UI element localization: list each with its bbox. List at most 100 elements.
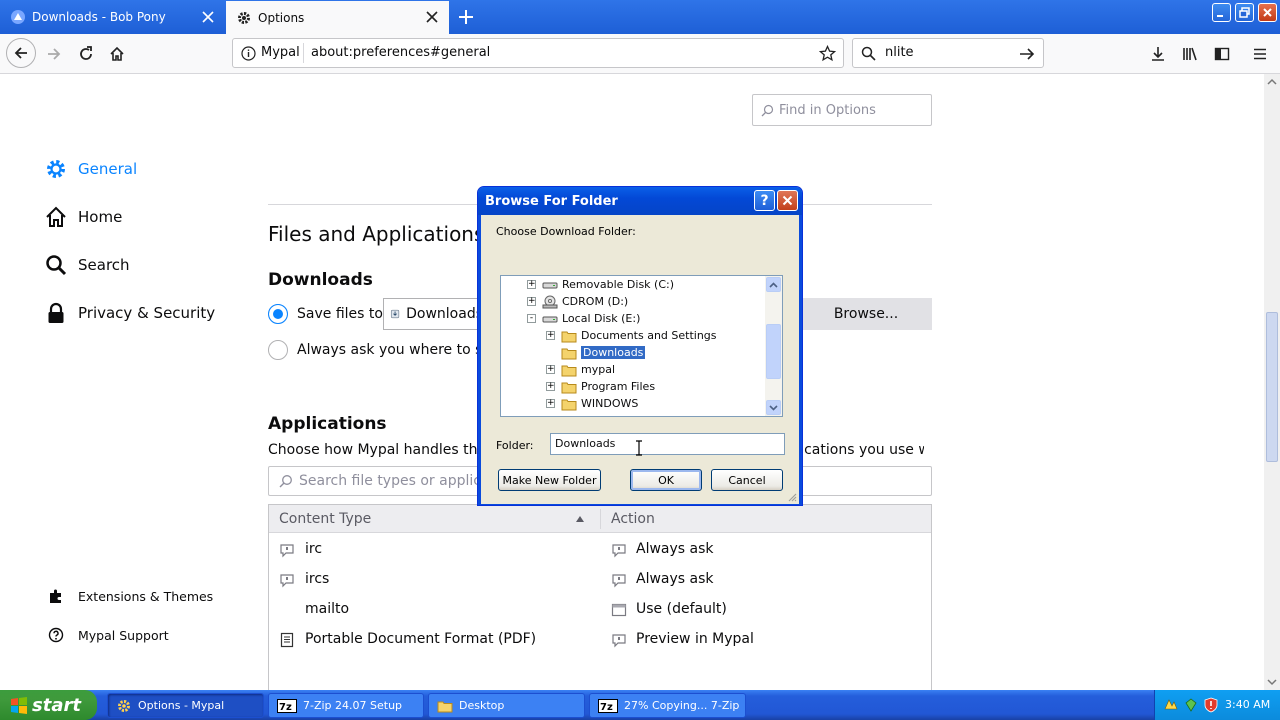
action-column-header[interactable]: Action bbox=[611, 511, 655, 527]
support-link[interactable]: Mypal Support bbox=[48, 627, 169, 643]
table-row[interactable]: irc Always ask bbox=[269, 535, 931, 565]
home-button[interactable] bbox=[103, 40, 131, 68]
tree-node-label: WINDOWS bbox=[581, 397, 639, 410]
table-row[interactable]: Portable Document Format (PDF) Preview i… bbox=[269, 625, 931, 655]
search-input-value[interactable]: nlite bbox=[885, 45, 914, 60]
ok-button[interactable]: OK bbox=[630, 469, 702, 491]
table-row[interactable]: mailto Use (default) bbox=[269, 595, 931, 625]
action-cell: Always ask bbox=[636, 541, 714, 557]
bookmark-star-icon[interactable] bbox=[819, 45, 836, 62]
folder-tree-list: + Removable Disk (C:) + CDROM (D:) - Loc… bbox=[501, 276, 763, 416]
go-arrow-icon[interactable] bbox=[1019, 46, 1035, 62]
url-bar[interactable]: Mypal about:preferences#general bbox=[232, 38, 844, 68]
tree-scroll-up-button[interactable] bbox=[766, 277, 781, 292]
expand-plus-icon[interactable]: + bbox=[546, 399, 555, 408]
category-home[interactable]: Home bbox=[44, 202, 122, 232]
tree-node-program-files[interactable]: + Program Files bbox=[546, 378, 655, 395]
tab-options[interactable]: Options bbox=[226, 1, 449, 34]
table-row[interactable]: ircs Always ask bbox=[269, 565, 931, 595]
scroll-up-arrow-icon[interactable] bbox=[1266, 76, 1278, 88]
expand-plus-icon[interactable]: + bbox=[546, 365, 555, 374]
url-text[interactable]: about:preferences#general bbox=[311, 45, 490, 60]
tree-node-downloads[interactable]: Downloads bbox=[546, 344, 647, 361]
dialog-close-button[interactable] bbox=[777, 190, 798, 211]
applications-table: Content Type Action irc Always ask ircs … bbox=[268, 504, 932, 694]
dialog-help-button[interactable]: ? bbox=[754, 190, 775, 211]
tab-downloads[interactable]: Downloads - Bob Pony bbox=[0, 1, 225, 33]
cancel-button[interactable]: Cancel bbox=[711, 469, 783, 491]
reload-button[interactable] bbox=[72, 40, 100, 68]
chevron-down-icon bbox=[769, 404, 778, 411]
expand-plus-icon[interactable]: + bbox=[527, 280, 536, 289]
update-tray-icon[interactable] bbox=[1183, 697, 1199, 713]
scroll-down-arrow-icon[interactable] bbox=[1266, 676, 1278, 688]
taskbar-item-7zip-copying[interactable]: 7z 27% Copying... 7-Zip bbox=[589, 693, 746, 718]
window-close-button[interactable] bbox=[1258, 3, 1277, 22]
sidebar-button[interactable] bbox=[1208, 40, 1236, 68]
category-search[interactable]: Search bbox=[44, 250, 130, 280]
security-shield-tray-icon[interactable] bbox=[1203, 697, 1219, 713]
forward-arrow-icon bbox=[48, 48, 61, 60]
tab-label: Options bbox=[258, 10, 305, 25]
make-new-folder-button[interactable]: Make New Folder bbox=[498, 469, 601, 491]
tree-node-windows[interactable]: + WINDOWS bbox=[546, 395, 638, 412]
new-tab-plus-icon[interactable] bbox=[456, 7, 476, 27]
expand-plus-icon[interactable]: + bbox=[546, 331, 555, 340]
downloads-button[interactable] bbox=[1144, 40, 1172, 68]
category-label: General bbox=[78, 160, 138, 178]
tree-node-local-disk[interactable]: - Local Disk (E:) bbox=[527, 310, 640, 327]
taskbar-item-options-mypal[interactable]: Options - Mypal bbox=[107, 693, 264, 718]
folder-input[interactable]: Downloads bbox=[550, 433, 785, 455]
collapse-minus-icon[interactable]: - bbox=[527, 314, 536, 323]
library-button[interactable] bbox=[1176, 40, 1204, 68]
info-icon[interactable] bbox=[241, 46, 256, 61]
tree-node-documents-settings[interactable]: + Documents and Settings bbox=[546, 327, 717, 344]
content-type-column-header[interactable]: Content Type bbox=[279, 511, 371, 527]
category-label: Home bbox=[78, 208, 123, 226]
tree-scrollbar-thumb[interactable] bbox=[766, 324, 781, 379]
drive-icon bbox=[542, 282, 558, 288]
menu-button[interactable] bbox=[1246, 40, 1274, 68]
expand-plus-icon[interactable]: + bbox=[527, 297, 536, 306]
category-general[interactable]: General bbox=[44, 154, 137, 184]
download-folder-value: Downloads bbox=[406, 306, 483, 322]
tree-scroll-down-button[interactable] bbox=[766, 400, 781, 415]
network-tray-icon[interactable] bbox=[1163, 697, 1179, 713]
restore-button[interactable] bbox=[1235, 3, 1254, 22]
save-files-radio[interactable] bbox=[268, 304, 288, 324]
close-icon[interactable] bbox=[425, 10, 439, 24]
find-in-options-input[interactable]: Find in Options bbox=[752, 94, 932, 126]
folder-icon bbox=[561, 331, 577, 342]
home-icon bbox=[110, 46, 124, 61]
gear-icon bbox=[238, 11, 250, 24]
search-icon bbox=[861, 46, 876, 61]
category-privacy[interactable]: Privacy & Security bbox=[44, 298, 215, 328]
tree-node-mypal[interactable]: + mypal bbox=[546, 361, 615, 378]
expand-plus-icon[interactable]: + bbox=[546, 382, 555, 391]
browse-button[interactable]: Browse... bbox=[800, 298, 932, 330]
folder-icon bbox=[437, 701, 453, 712]
ask-icon bbox=[612, 574, 626, 588]
close-icon[interactable] bbox=[201, 10, 215, 24]
tree-node-cdrom[interactable]: + CDROM (D:) bbox=[527, 293, 628, 310]
minimize-button[interactable] bbox=[1212, 3, 1231, 22]
extensions-themes-link[interactable]: Extensions & Themes bbox=[48, 588, 213, 604]
always-ask-radio[interactable] bbox=[268, 340, 288, 360]
taskbar-item-7zip-setup[interactable]: 7z 7-Zip 24.07 Setup bbox=[268, 693, 424, 718]
start-button[interactable]: start bbox=[0, 690, 97, 720]
identity-label: Mypal bbox=[261, 45, 300, 60]
taskbar-item-desktop[interactable]: Desktop bbox=[428, 693, 585, 718]
windows-logo-icon bbox=[11, 697, 27, 714]
dialog-title: Browse For Folder bbox=[485, 194, 618, 209]
back-button[interactable] bbox=[6, 38, 36, 68]
resize-grip-icon[interactable] bbox=[786, 491, 797, 502]
tree-node-removable-disk[interactable]: + Removable Disk (C:) bbox=[527, 276, 674, 293]
search-bar[interactable]: nlite bbox=[852, 38, 1044, 68]
downloads-heading: Downloads bbox=[268, 270, 373, 290]
folder-tree[interactable]: + Removable Disk (C:) + CDROM (D:) - Loc… bbox=[500, 275, 783, 417]
forward-button[interactable] bbox=[40, 40, 68, 68]
sort-ascending-icon[interactable] bbox=[575, 515, 585, 523]
page-scrollbar-thumb[interactable] bbox=[1266, 312, 1278, 462]
lock-icon bbox=[44, 301, 68, 325]
back-arrow-icon bbox=[14, 47, 27, 59]
